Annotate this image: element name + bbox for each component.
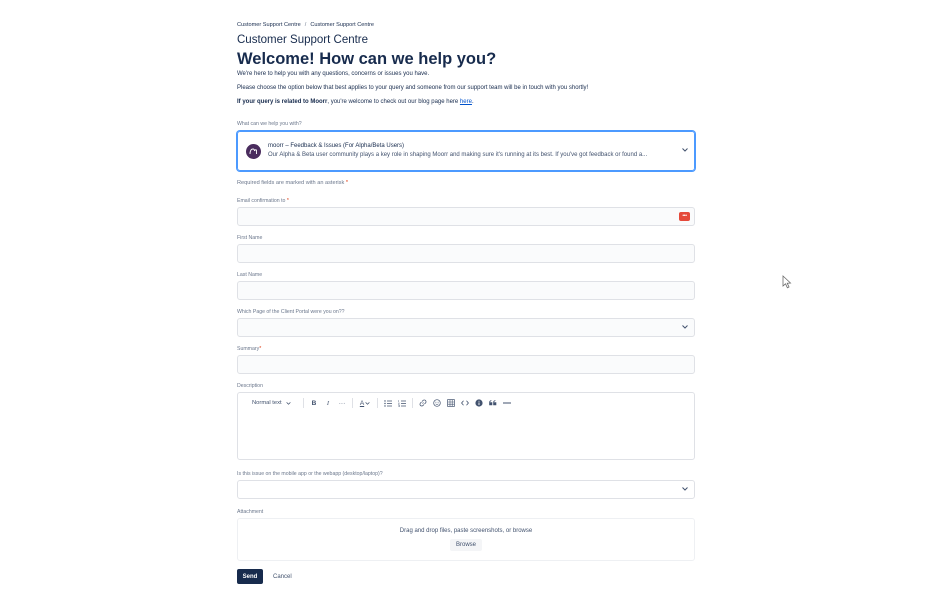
request-type-label: What can we help you with?	[237, 121, 302, 127]
intro-rest: , you're welcome to check out our blog p…	[327, 99, 460, 105]
bold-button[interactable]: B	[307, 396, 321, 410]
quote-icon[interactable]	[486, 396, 500, 410]
attachment-label: Attachment	[237, 509, 264, 515]
chevron-down-icon[interactable]	[682, 148, 688, 154]
toolbar-divider	[412, 398, 413, 408]
email-field[interactable]: •••	[237, 207, 695, 226]
request-type-description: Our Alpha & Beta user community plays a …	[268, 152, 648, 158]
password-manager-icon[interactable]: •••	[679, 212, 690, 221]
text-color-icon: A	[359, 399, 365, 407]
email-label: Email confirmation to *	[237, 197, 695, 205]
required-star: *	[345, 180, 349, 186]
required-fields-note: Required fields are marked with an aster…	[237, 179, 695, 187]
platform-label: Is this issue on the mobile app or the w…	[237, 471, 383, 477]
divider-icon[interactable]	[500, 396, 514, 410]
portal-title: Customer Support Centre	[237, 34, 369, 46]
cancel-button[interactable]: Cancel	[267, 569, 298, 584]
dropzone-text: Drag and drop files, paste screenshots, …	[399, 528, 533, 534]
form-actions: Send Cancel	[237, 569, 695, 584]
browse-button[interactable]: Browse	[449, 539, 482, 551]
bullet-list-icon[interactable]	[381, 396, 395, 410]
summary-label: Summary*	[237, 345, 695, 353]
intro-line-2: Please choose the option below that best…	[237, 85, 589, 91]
intro-end: .	[471, 99, 474, 105]
first-name-field[interactable]	[237, 244, 695, 263]
summary-required-star: *	[259, 346, 262, 352]
code-icon[interactable]	[458, 396, 472, 410]
intro-line-1: We're here to help you with any question…	[237, 71, 430, 77]
breadcrumb-item-current[interactable]: Customer Support Centre	[310, 22, 374, 28]
chevron-down-icon	[682, 486, 688, 493]
text-style-label: Normal text	[252, 400, 282, 406]
breadcrumb-separator: /	[304, 22, 307, 28]
summary-field[interactable]	[237, 355, 695, 374]
required-note-text: Required fields are marked with an aster…	[237, 180, 345, 186]
email-field-group: Email confirmation to * •••	[237, 197, 695, 226]
more-formatting-button[interactable]: ···	[335, 396, 349, 410]
request-type-select[interactable]: moorr – Feedback & Issues (For Alpha/Bet…	[237, 131, 695, 171]
chevron-down-icon	[365, 401, 370, 405]
description-editor[interactable]: Normal text B I ··· A	[237, 392, 695, 460]
italic-button[interactable]: I	[321, 396, 335, 410]
emoji-icon[interactable]	[430, 396, 444, 410]
send-button[interactable]: Send	[237, 569, 263, 584]
text-style-dropdown[interactable]: Normal text	[250, 396, 300, 410]
breadcrumb: Customer Support Centre / Customer Suppo…	[237, 20, 695, 30]
toolbar-divider	[303, 398, 304, 408]
last-name-field[interactable]	[237, 281, 695, 300]
request-type-title: moorr – Feedback & Issues (For Alpha/Bet…	[268, 143, 405, 149]
email-label-text: Email confirmation to	[237, 198, 286, 204]
description-label: Description	[237, 383, 263, 389]
first-name-label: First Name	[237, 235, 263, 241]
chevron-down-icon	[682, 324, 688, 331]
summary-label-text: Summary	[237, 346, 260, 352]
mouse-cursor-icon	[782, 275, 792, 289]
attachment-field-group: Attachment Drag and drop files, paste sc…	[237, 508, 695, 561]
platform-select[interactable]	[237, 480, 695, 499]
page-label: Which Page of the Client Portal were you…	[237, 309, 345, 315]
email-required-star: *	[286, 198, 289, 204]
description-field-group: Description Normal text B I ··· A	[237, 382, 695, 460]
page-field-group: Which Page of the Client Portal were you…	[237, 308, 695, 337]
first-name-field-group: First Name	[237, 234, 695, 263]
intro-bold: If your query is related to Moorr	[237, 99, 328, 105]
last-name-label: Last Name	[237, 272, 263, 278]
request-type-text: moorr – Feedback & Issues (For Alpha/Bet…	[268, 142, 676, 160]
editor-toolbar: Normal text B I ··· A	[238, 393, 694, 413]
page-select[interactable]	[237, 318, 695, 337]
toolbar-divider	[352, 398, 353, 408]
toolbar-divider	[377, 398, 378, 408]
request-form-page: Customer Support Centre / Customer Suppo…	[237, 20, 695, 584]
breadcrumb-item-portal[interactable]: Customer Support Centre	[237, 22, 301, 28]
summary-field-group: Summary*	[237, 345, 695, 374]
link-icon[interactable]	[416, 396, 430, 410]
request-type-logo-icon	[246, 143, 261, 159]
attachment-dropzone[interactable]: Drag and drop files, paste screenshots, …	[237, 518, 695, 561]
platform-field-group: Is this issue on the mobile app or the w…	[237, 470, 695, 499]
text-color-button[interactable]: A	[356, 396, 374, 410]
intro-line-3: If your query is related to Moorr, you'r…	[237, 98, 695, 106]
table-icon[interactable]	[444, 396, 458, 410]
chevron-down-icon	[286, 401, 291, 405]
last-name-field-group: Last Name	[237, 271, 695, 300]
blog-link[interactable]: here	[460, 99, 472, 105]
info-icon[interactable]	[472, 396, 486, 410]
numbered-list-icon[interactable]	[395, 396, 409, 410]
page-title: Welcome! How can we help you?	[237, 50, 497, 68]
